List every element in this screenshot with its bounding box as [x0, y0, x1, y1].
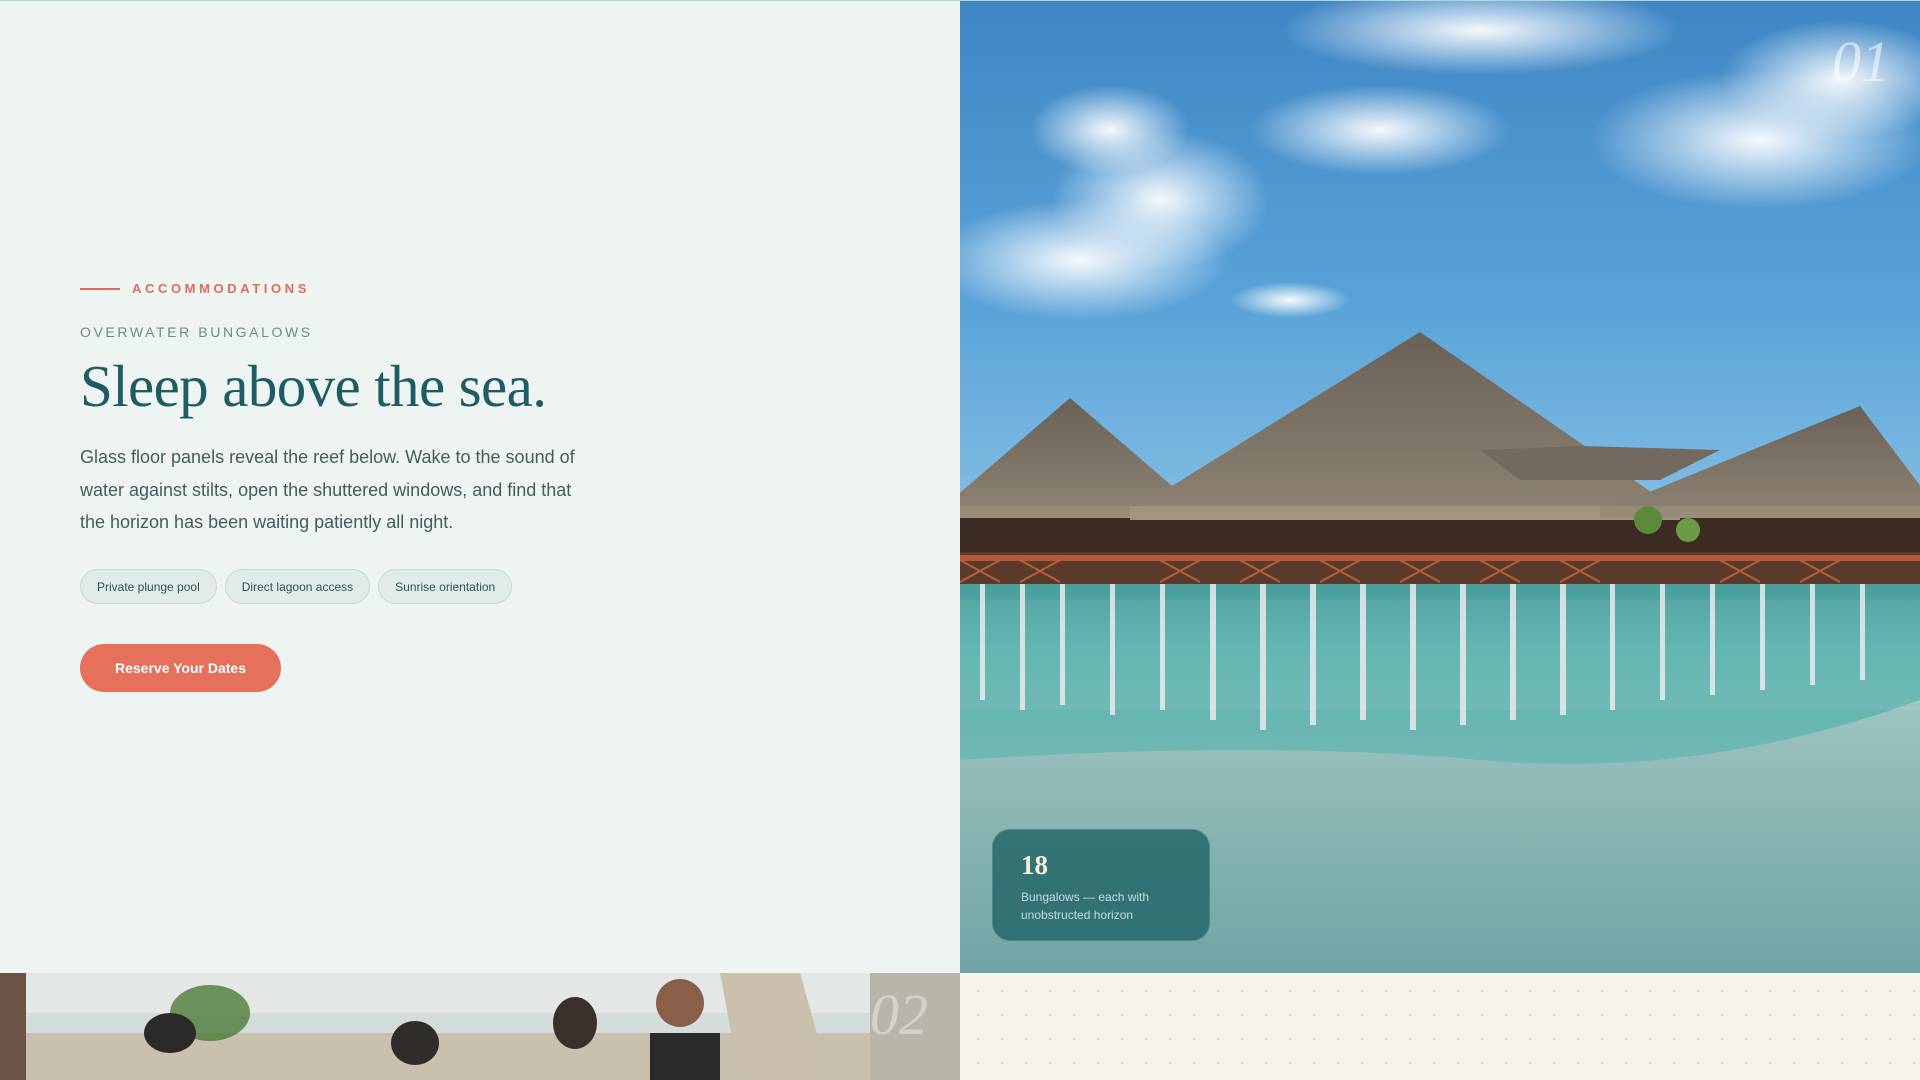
top-border — [0, 0, 1920, 1]
slide-index: 01 — [1832, 29, 1890, 94]
feature-chip-lagoon-access: Direct lagoon access — [224, 569, 371, 604]
bungalow-count-card: 18 Bungalows — each with unobstructed ho… — [992, 829, 1210, 941]
eyebrow-rule — [80, 287, 120, 290]
bungalow-count: 18 — [1021, 850, 1048, 880]
eyebrow-label: ACCOMMODATIONS — [132, 281, 310, 296]
beach-gathering-image — [0, 973, 960, 1080]
copy-panel-2 — [960, 973, 1920, 1080]
feature-chips: Private plunge pool Direct lagoon access… — [80, 569, 513, 604]
eyebrow: ACCOMMODATIONS — [80, 281, 310, 296]
dining-photo: 02 — [0, 973, 960, 1080]
overwater-bungalow-image — [960, 0, 1920, 973]
slide-index-2: 02 — [870, 982, 928, 1047]
bungalow-photo: 01 18 Bungalows — each with unobstructed… — [960, 0, 1920, 973]
reserve-dates-button[interactable]: Reserve Your Dates — [80, 644, 281, 692]
copy-panel: ACCOMMODATIONS OVERWATER BUNGALOWS Sleep… — [0, 0, 960, 973]
section-headline: Sleep above the sea. — [80, 353, 547, 419]
section-body: Glass floor panels reveal the reef below… — [80, 447, 575, 532]
bungalow-count-caption: Bungalows — each with unobstructed horiz… — [1021, 890, 1150, 922]
feature-chip-sunrise: Sunrise orientation — [378, 569, 513, 604]
feature-chip-plunge-pool: Private plunge pool — [80, 569, 217, 604]
section-kicker: OVERWATER BUNGALOWS — [80, 324, 313, 340]
